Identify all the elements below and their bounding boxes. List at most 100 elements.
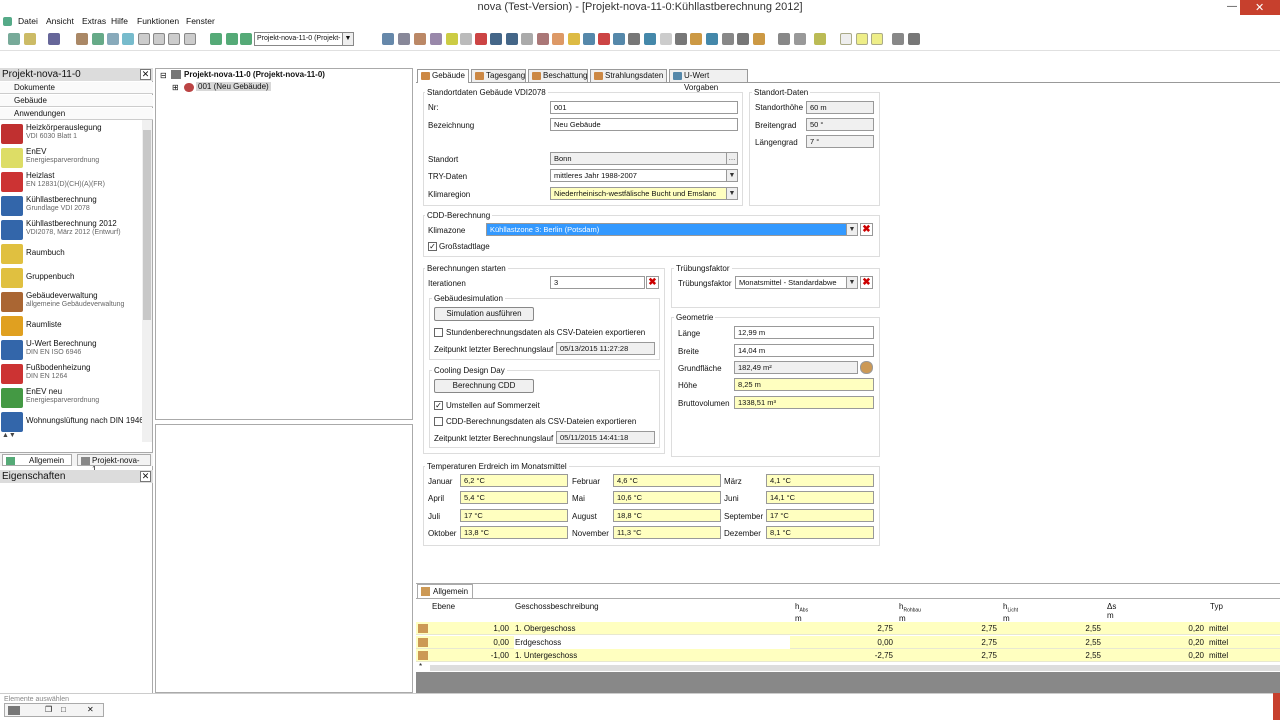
tool-icon[interactable] (660, 33, 672, 45)
tree-root[interactable]: Projekt-nova-11-0 (Projekt-nova-11-0) (184, 70, 325, 79)
tool-icon[interactable] (382, 33, 394, 45)
close-icon[interactable]: ✕ (140, 471, 151, 482)
app-item[interactable]: Wohnungslüftung nach DIN 1946 (0, 410, 144, 434)
col-beschreibung[interactable]: Geschossbeschreibung (515, 602, 599, 611)
snowflake-icon[interactable] (490, 33, 502, 45)
menu-funktionen[interactable]: Funktionen (137, 16, 179, 26)
pin-icon[interactable]: ▲▼ (2, 432, 16, 439)
app-item[interactable]: Gruppenbuch (0, 266, 142, 290)
thermometer-icon[interactable] (475, 33, 487, 45)
tool-icon[interactable] (778, 33, 790, 45)
iterationen-field[interactable]: 3 (550, 276, 645, 289)
tool-icon[interactable] (398, 33, 410, 45)
geometrie-field[interactable]: 1338,51 m³ (734, 396, 874, 409)
cell-hrohbau[interactable]: 2,75 (956, 622, 997, 635)
truebung-dropdown[interactable]: Monatsmittel - Standardabwe ▼ (735, 276, 858, 289)
app-item[interactable]: U-Wert Berechnung DIN EN ISO 6946 (0, 338, 142, 362)
project-dropdown[interactable]: Projekt-nova-11-0 (Projekt- ▼ (254, 32, 354, 46)
tool-icon[interactable] (460, 33, 472, 45)
project-icon[interactable] (240, 33, 252, 45)
cell-beschreibung[interactable]: Erdgeschoss (514, 636, 790, 649)
geometrie-field[interactable]: 8,25 m (734, 378, 874, 391)
layout-icon[interactable] (892, 33, 904, 45)
layout-icon[interactable] (871, 33, 883, 45)
clear-klimazone-button[interactable]: ✖ (860, 223, 873, 236)
cell-typ[interactable]: mittel (1209, 649, 1228, 662)
document-icon[interactable] (153, 33, 165, 45)
tab-project-left[interactable]: Projekt-nova-1... (77, 454, 151, 474)
menu-ansicht[interactable]: Ansicht (46, 16, 74, 26)
clear-iterationen-button[interactable]: ✖ (646, 276, 659, 289)
tab-beschattung[interactable]: Beschattung (528, 69, 588, 82)
save-icon[interactable] (48, 33, 60, 45)
tool-icon[interactable] (414, 33, 426, 45)
app-menu-icon[interactable] (3, 17, 12, 26)
tool-icon[interactable] (92, 33, 104, 45)
close-window-button[interactable]: ✕ (1240, 0, 1280, 15)
section-dokumente[interactable]: Dokumente (0, 82, 153, 94)
app-item[interactable]: Gebäudeverwaltung allgemeine Gebäudeverw… (0, 290, 142, 314)
gear-icon[interactable] (860, 361, 873, 374)
tool-icon[interactable] (613, 33, 625, 45)
try-dropdown[interactable]: mittleres Jahr 1988-2007 ▼ (550, 169, 738, 182)
tree-child[interactable]: 001 (Neu Gebäude) (196, 82, 271, 91)
new-icon[interactable] (8, 33, 20, 45)
cell-ebene[interactable]: 1,00 (476, 622, 509, 635)
tool-icon[interactable] (122, 33, 134, 45)
cell-typ[interactable]: mittel (1209, 622, 1228, 635)
tool-icon[interactable] (737, 33, 749, 45)
shield-icon[interactable] (814, 33, 826, 45)
col-typ[interactable]: Typ (1210, 602, 1223, 611)
app-item[interactable]: Raumliste (0, 314, 142, 338)
month-temp-field[interactable]: 17 °C (460, 509, 568, 522)
col-habs[interactable]: hAbs m (795, 602, 808, 623)
tab-strahlungsdaten[interactable]: Strahlungsdaten (590, 69, 667, 82)
maximize-icon[interactable]: □ (61, 705, 66, 714)
cell-ds[interactable]: 0,20 (1166, 636, 1204, 649)
cell-ebene[interactable]: 0,00 (476, 636, 509, 649)
snowflake-icon[interactable] (506, 33, 518, 45)
tab-allgemein-left[interactable]: Allgemein (2, 454, 72, 466)
month-temp-field[interactable]: 5,4 °C (460, 491, 568, 504)
clear-truebung-button[interactable]: ✖ (860, 276, 873, 289)
simulation-button[interactable]: Simulation ausführen (434, 307, 534, 321)
expand-icon[interactable]: ⊞ (172, 83, 179, 92)
expand-icon[interactable]: ⊟ (160, 71, 167, 80)
cell-ds[interactable]: 0,20 (1166, 649, 1204, 662)
tool-icon[interactable] (521, 33, 533, 45)
cell-hrohbau[interactable]: 2,75 (956, 636, 997, 649)
layout-icon[interactable] (840, 33, 852, 45)
cell-typ[interactable]: mittel (1209, 636, 1228, 649)
tool-icon[interactable] (430, 33, 442, 45)
new-row-marker[interactable]: * (419, 662, 422, 671)
cell-habs[interactable]: -2,75 (856, 649, 893, 662)
month-temp-field[interactable]: 4,1 °C (766, 474, 874, 487)
cell-hlicht[interactable]: 2,55 (1066, 649, 1101, 662)
cell-habs[interactable]: 2,75 (856, 622, 893, 635)
tool-icon[interactable] (537, 33, 549, 45)
cell-ebene[interactable]: -1,00 (476, 649, 509, 662)
cdd-csv-checkbox[interactable] (434, 417, 443, 426)
section-gebaeude[interactable]: Gebäude (0, 95, 153, 107)
radiator-icon[interactable] (598, 33, 610, 45)
tool-icon[interactable] (706, 33, 718, 45)
app-item[interactable]: Heizkörperauslegung VDI 6030 Blatt 1 (0, 122, 142, 146)
tool-icon[interactable] (644, 33, 656, 45)
document-icon[interactable] (168, 33, 180, 45)
month-temp-field[interactable]: 10,6 °C (613, 491, 721, 504)
geometrie-field[interactable]: 14,04 m (734, 344, 874, 357)
app-item[interactable]: Fußbodenheizung DIN EN 1264 (0, 362, 142, 386)
tool-icon[interactable] (107, 33, 119, 45)
cell-beschreibung[interactable]: 1. Obergeschoss (514, 622, 790, 635)
layout-icon[interactable] (856, 33, 868, 45)
col-ebene[interactable]: Ebene (432, 602, 455, 611)
berechnung-cdd-button[interactable]: Berechnung CDD (434, 379, 534, 393)
cell-hrohbau[interactable]: 2,75 (956, 649, 997, 662)
layout-icon[interactable] (908, 33, 920, 45)
klimaregion-dropdown[interactable]: Niederrheinisch-westfälische Bucht und E… (550, 187, 738, 200)
menu-datei[interactable]: Datei (18, 16, 38, 26)
app-item[interactable]: EnEV neu Energiesparverordnung (0, 386, 142, 410)
app-item[interactable]: Heizlast EN 12831(D)(CH)(A)(FR) (0, 170, 142, 194)
month-temp-field[interactable]: 4,6 °C (613, 474, 721, 487)
app-item[interactable]: Kühllastberechnung 2012 VDI2078, März 20… (0, 218, 142, 242)
